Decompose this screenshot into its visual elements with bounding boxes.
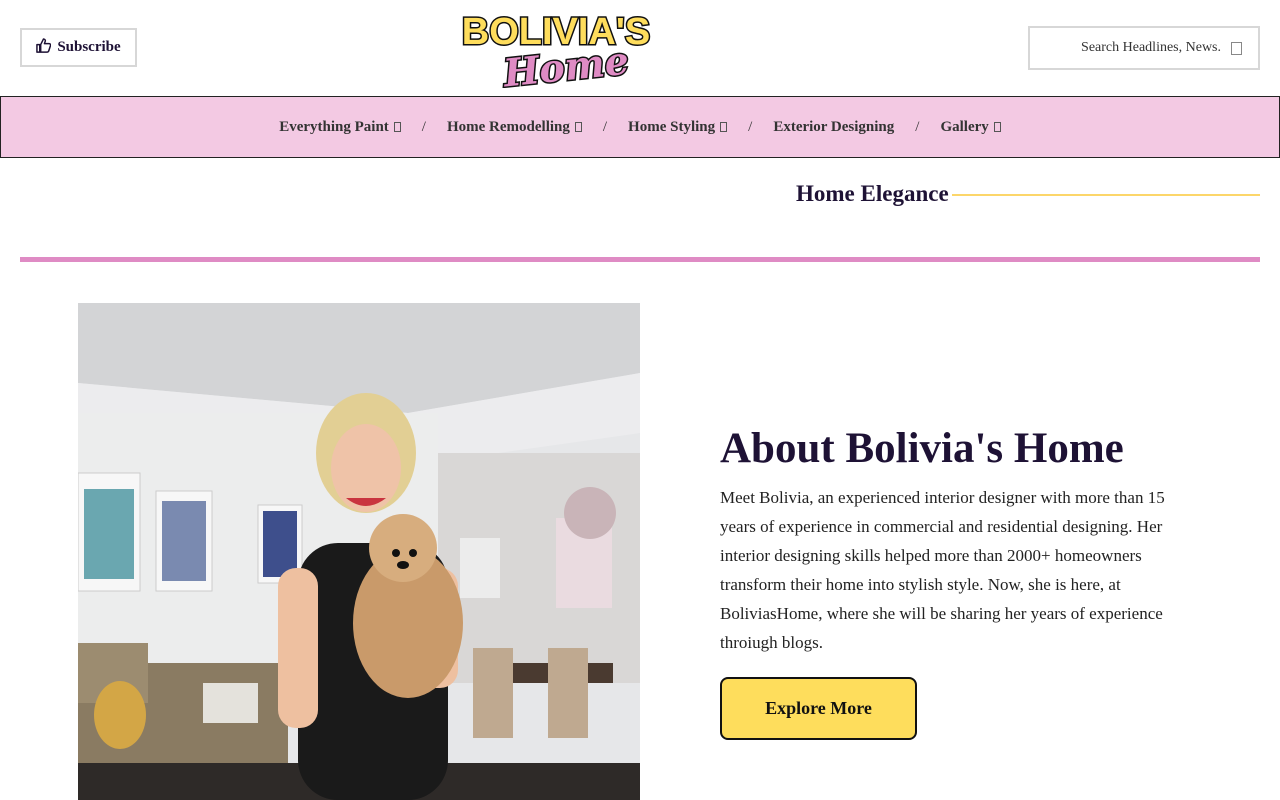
title-underline	[952, 194, 1260, 196]
subscribe-button[interactable]: Subscribe	[20, 28, 137, 67]
main-nav: Everything Paint / Home Remodelling / Ho…	[0, 96, 1280, 158]
nav-item-home-remodelling[interactable]: Home Remodelling	[447, 119, 582, 136]
thumbs-up-icon	[36, 37, 52, 58]
chevron-down-icon	[393, 122, 401, 132]
subscribe-label: Subscribe	[57, 39, 121, 55]
nav-item-everything-paint[interactable]: Everything Paint	[279, 119, 401, 136]
about-title: About Bolivia's Home	[720, 425, 1124, 472]
nav-separator: /	[421, 118, 426, 135]
site-logo[interactable]: BOLIVIA'S Home	[448, 6, 664, 89]
search-input[interactable]	[1061, 40, 1221, 56]
nav-separator: /	[602, 118, 608, 135]
nav-item-label: Home Styling	[628, 118, 716, 135]
nav-separator: /	[748, 118, 753, 135]
chevron-down-icon	[720, 122, 728, 132]
nav-separator: /	[915, 118, 920, 135]
explore-more-button[interactable]: Explore More	[720, 677, 917, 740]
nav-item-label: Everything Paint	[279, 118, 389, 135]
search-box[interactable]	[1028, 26, 1260, 70]
nav-item-label: Exterior Designing	[773, 118, 895, 135]
nav-item-label: Gallery	[940, 118, 989, 135]
chevron-down-icon	[574, 122, 582, 132]
nav-item-label: Home Remodelling	[446, 118, 570, 135]
nav-item-exterior-designing[interactable]: Exterior Designing	[773, 119, 894, 136]
section-title: Home Elegance	[796, 181, 949, 206]
section-divider	[20, 257, 1260, 262]
nav-item-gallery[interactable]: Gallery	[940, 118, 1001, 136]
about-photo	[78, 303, 640, 800]
nav-item-home-styling[interactable]: Home Styling	[628, 118, 728, 136]
about-description: Meet Bolivia, an experienced interior de…	[720, 488, 1165, 652]
search-icon[interactable]	[1231, 41, 1242, 55]
chevron-down-icon	[993, 122, 1001, 132]
